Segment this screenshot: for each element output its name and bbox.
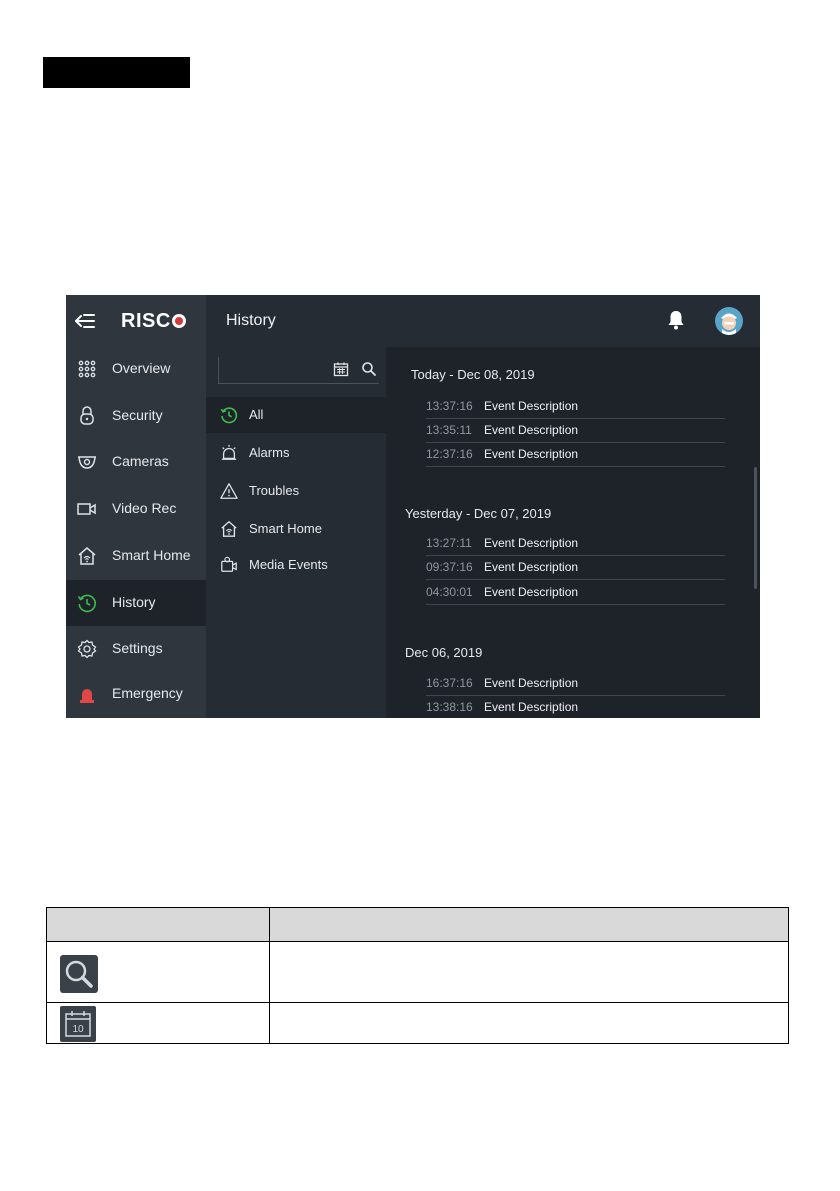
sidebar-item-label: History [112,594,156,610]
event-time: 04:30:01 [426,585,473,599]
filter-item-label: Alarms [249,445,290,460]
filter-item-smart-home[interactable]: Smart Home [206,511,386,547]
sidebar-item-settings[interactable]: Settings [66,626,206,672]
sidebar-item-label: Emergency [112,685,183,701]
smart-home-icon [221,520,237,537]
calendar-icon-text: 10 [72,1024,84,1035]
filter-item-label: Troubles [249,483,300,498]
filter-item-alarms[interactable]: Alarms [206,435,386,471]
alarm-icon [221,444,237,460]
sidebar-header: RISC [66,295,206,347]
grid-icon [78,360,96,378]
event-description: Event Description [484,585,579,599]
table-cell [269,941,789,1003]
table-cell [46,941,270,1003]
sidebar-item-label: Security [112,407,163,423]
event-row[interactable]: 12:37:16 Event Description [426,442,725,467]
sidebar-item-label: Settings [112,640,163,656]
table-header-cell [46,907,270,942]
sidebar: RISC Overview Security Cameras Video Rec… [66,295,206,718]
sidebar-item-cameras[interactable]: Cameras [66,439,206,485]
video-icon [77,503,96,515]
bell-icon[interactable] [666,309,686,331]
event-description: Event Description [484,676,579,690]
event-description: Event Description [484,423,579,437]
table-row: 10 [46,1002,789,1044]
camera-icon [78,456,96,469]
sidebar-item-label: Video Rec [112,500,177,516]
sidebar-item-label: Cameras [112,453,169,469]
sidebar-item-emergency[interactable]: Emergency [66,671,206,717]
event-row[interactable]: 16:37:16 Event Description [426,671,725,696]
lock-icon [80,406,94,425]
risco-app-screenshot: RISC Overview Security Cameras Video Rec… [66,295,760,718]
sidebar-item-security[interactable]: Security [66,393,206,439]
search-icon[interactable] [361,361,377,377]
event-description: Event Description [484,560,579,574]
avatar[interactable] [715,307,743,335]
sidebar-item-overview[interactable]: Overview [66,346,206,392]
table-cell: 10 [46,1002,270,1044]
event-time: 12:37:16 [426,447,473,461]
event-description: Event Description [484,447,579,461]
day-header: Yesterday - Dec 07, 2019 [405,506,552,521]
sidebar-item-label: Smart Home [112,547,191,563]
back-menu-icon[interactable] [74,310,96,332]
calendar-icon: 10 [60,1006,96,1042]
calendar-icon[interactable] [333,361,349,377]
scrollbar[interactable] [754,467,757,589]
table-header-row [46,907,789,942]
history-icon [77,594,96,613]
event-time: 16:37:16 [426,676,473,690]
event-description: Event Description [484,536,579,550]
table-row [46,941,789,1003]
event-time: 13:35:11 [426,423,472,437]
table-cell [269,1002,789,1044]
gear-icon [77,639,97,659]
top-bar: History [206,295,760,347]
event-row[interactable]: 13:37:16 Event Description [426,394,725,419]
sidebar-item-label: Overview [112,360,171,376]
smart-home-icon [78,547,96,565]
sidebar-item-smart-home[interactable]: Smart Home [66,533,206,579]
event-row[interactable]: 13:38:16 Event Description [426,695,725,718]
event-time: 09:37:16 [426,560,473,574]
day-header: Today - Dec 08, 2019 [411,367,535,382]
search-input[interactable] [218,357,379,384]
event-time: 13:27:11 [426,536,472,550]
event-description: Event Description [484,399,579,413]
event-description: Event Description [484,700,579,714]
sidebar-item-video-rec[interactable]: Video Rec [66,486,206,532]
event-row[interactable]: 13:27:11 Event Description [426,531,725,556]
event-list: Today - Dec 08, 2019 13:37:16 Event Desc… [386,347,760,718]
event-row[interactable]: 13:35:11 Event Description [426,418,725,443]
day-header: Dec 06, 2019 [405,645,483,660]
emergency-icon [80,689,94,703]
sidebar-item-history[interactable]: History [66,580,206,626]
event-row[interactable]: 04:30:01 Event Description [426,580,725,605]
user-avatar-icon [721,313,737,335]
page-title: History [226,312,276,329]
filter-panel: All Alarms Troubles Smart Home Media Eve… [206,347,386,718]
filter-item-label: All [249,407,264,422]
filter-item-media-events[interactable]: Media Events [206,547,386,583]
event-time: 13:38:16 [426,700,473,714]
history-icon [220,407,238,424]
filter-item-label: Smart Home [249,521,322,536]
table-header-cell [269,907,789,942]
filter-item-label: Media Events [249,557,328,572]
search-icon [60,954,98,993]
risco-logo: RISC [121,310,186,333]
event-time: 13:37:16 [426,399,473,413]
media-icon [221,556,237,572]
icon-legend-table: 10 [46,907,789,1044]
event-row[interactable]: 09:37:16 Event Description [426,555,725,580]
filter-item-all[interactable]: All [206,397,386,433]
filter-item-troubles[interactable]: Troubles [206,473,386,509]
redacted-header-block [43,57,190,88]
warning-icon [220,483,238,499]
